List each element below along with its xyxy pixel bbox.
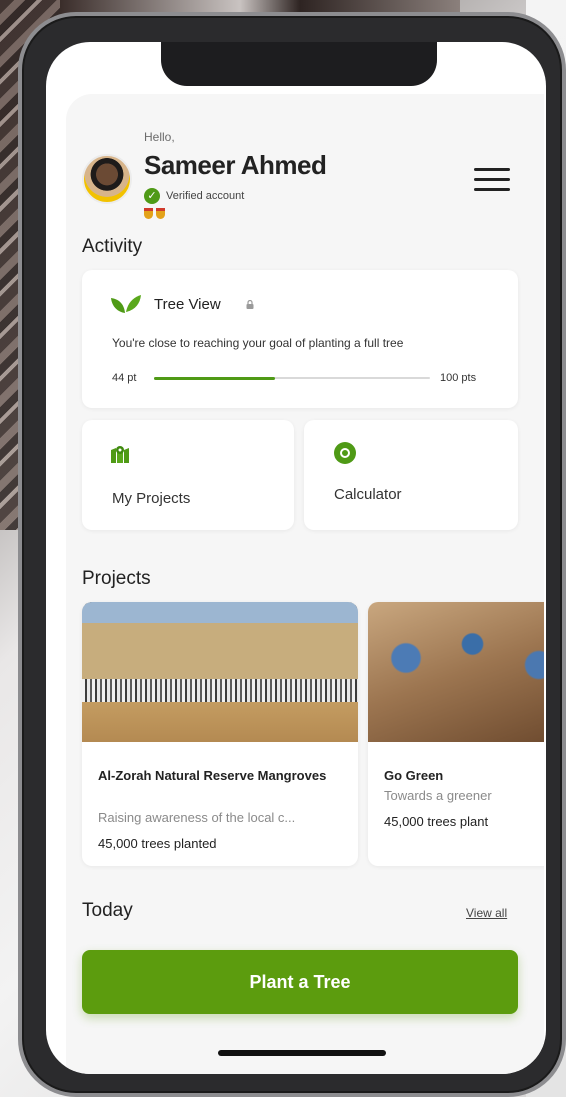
- project-photo: [82, 602, 358, 742]
- project-card[interactable]: Go Green Towards a greener 45,000 trees …: [368, 602, 544, 866]
- calculator-icon: [334, 442, 356, 464]
- user-name: Sameer Ahmed: [144, 150, 327, 180]
- project-title: Go Green: [384, 768, 444, 783]
- tree-view-card[interactable]: Tree View You're close to reaching your …: [82, 270, 518, 408]
- phone-frame: Hello, Sameer Ahmed ✓ Verified account A…: [18, 12, 566, 1097]
- avatar[interactable]: [82, 154, 132, 204]
- calculator-card[interactable]: Calculator: [304, 420, 518, 530]
- progress-end-label: 100 pts: [440, 372, 477, 384]
- project-title: Al-Zorah Natural Reserve Mangroves: [98, 768, 327, 783]
- medals: [144, 208, 165, 219]
- project-trees-count: 45,000 trees plant: [384, 814, 489, 829]
- lock-icon: [246, 300, 254, 309]
- project-description: Raising awareness of the local c...: [98, 810, 296, 825]
- progress-bar: [154, 376, 430, 380]
- map-icon: [111, 446, 129, 463]
- phone-screen: Hello, Sameer Ahmed ✓ Verified account A…: [46, 42, 546, 1074]
- my-projects-card[interactable]: My Projects: [82, 420, 294, 530]
- project-photo: [368, 602, 544, 742]
- medal-icon: [144, 208, 153, 219]
- home-indicator[interactable]: [218, 1050, 386, 1056]
- check-icon: ✓: [144, 188, 160, 204]
- leaf-icon: [111, 295, 141, 313]
- app-content: Hello, Sameer Ahmed ✓ Verified account A…: [66, 94, 544, 1074]
- view-all-link[interactable]: View all: [466, 906, 507, 920]
- progress-start-label: 44 pt: [112, 372, 137, 384]
- activity-title: Activity: [82, 236, 143, 257]
- tree-view-title: Tree View: [154, 296, 221, 313]
- project-trees-count: 45,000 trees planted: [98, 836, 217, 851]
- menu-icon[interactable]: [474, 168, 510, 194]
- verified-label: Verified account: [166, 190, 245, 202]
- verified-badge: ✓ Verified account: [144, 188, 244, 204]
- project-description: Towards a greener: [384, 788, 492, 803]
- phone-notch: [161, 42, 437, 86]
- plant-a-tree-button[interactable]: Plant a Tree: [82, 950, 518, 1014]
- my-projects-label: My Projects: [112, 490, 191, 507]
- progress-fill: [154, 376, 276, 380]
- greeting: Hello,: [144, 130, 175, 144]
- project-card[interactable]: Al-Zorah Natural Reserve Mangroves Raisi…: [82, 602, 358, 866]
- medal-icon: [156, 208, 165, 219]
- calculator-label: Calculator: [334, 486, 402, 503]
- today-title: Today: [82, 900, 133, 921]
- tree-view-description: You're close to reaching your goal of pl…: [112, 336, 404, 350]
- projects-title: Projects: [82, 568, 151, 589]
